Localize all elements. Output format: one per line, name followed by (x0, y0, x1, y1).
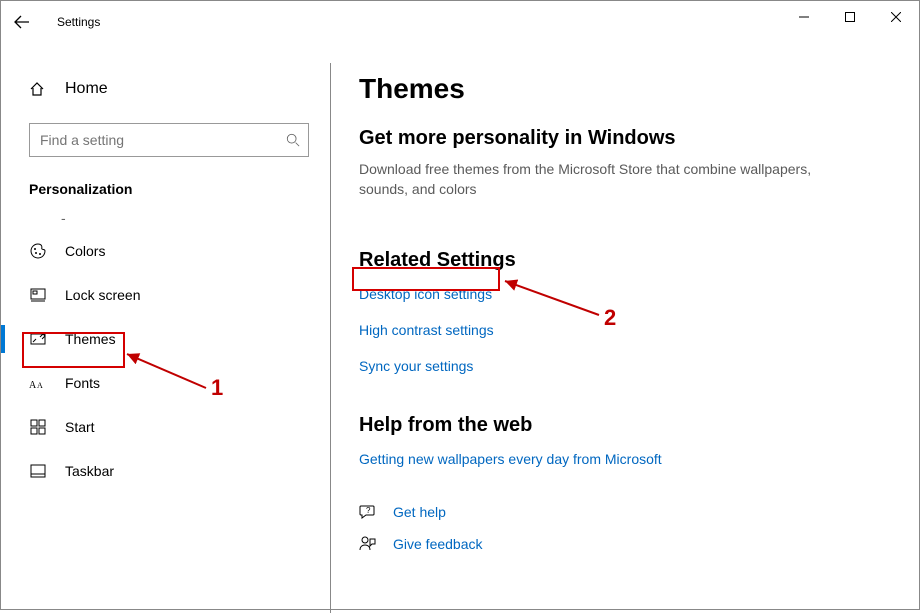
sidebar-item-lockscreen[interactable]: Lock screen (1, 273, 331, 317)
titlebar: Settings (1, 1, 919, 43)
sidebar-item-label: Taskbar (65, 463, 114, 479)
close-button[interactable] (873, 1, 919, 33)
minimize-icon (799, 12, 809, 22)
get-help-link[interactable]: Get help (393, 504, 446, 520)
palette-icon (29, 243, 47, 259)
subheading: Get more personality in Windows (359, 127, 879, 150)
app-title: Settings (57, 15, 100, 29)
link-help-wallpapers[interactable]: Getting new wallpapers every day from Mi… (359, 451, 662, 467)
search-input[interactable] (38, 131, 286, 149)
sidebar-item-label: Start (65, 419, 95, 435)
svg-text:?: ? (366, 506, 371, 515)
give-feedback-link[interactable]: Give feedback (393, 536, 483, 552)
home-icon (29, 81, 47, 97)
feedback-icon (359, 535, 377, 553)
link-sync-your-settings[interactable]: Sync your settings (359, 358, 473, 374)
start-icon (29, 419, 47, 435)
sidebar-item-taskbar[interactable]: Taskbar (1, 449, 331, 493)
page-title: Themes (359, 73, 879, 105)
themes-icon (29, 331, 47, 347)
search-field[interactable] (29, 123, 309, 157)
sidebar-item-start[interactable]: Start (1, 405, 331, 449)
get-help-row[interactable]: ? Get help (359, 503, 879, 521)
search-icon (286, 133, 300, 147)
sidebar-item-label: Colors (65, 243, 105, 259)
subheading-description: Download free themes from the Microsoft … (359, 160, 859, 199)
related-settings-heading: Related Settings (359, 249, 879, 272)
sidebar-item-label: Fonts (65, 375, 100, 391)
sidebar-section-title: Personalization (29, 181, 331, 197)
nav-list: - Colors Lock screen Themes (1, 207, 331, 493)
link-high-contrast-settings[interactable]: High contrast settings (359, 322, 494, 338)
sidebar: Home Personalization - Colors Lock scree… (1, 43, 331, 609)
home-nav[interactable]: Home (29, 71, 331, 107)
maximize-icon (845, 12, 855, 22)
minimize-button[interactable] (781, 1, 827, 33)
svg-text:A: A (37, 381, 43, 390)
give-feedback-row[interactable]: Give feedback (359, 535, 879, 553)
window-controls (781, 1, 919, 33)
back-button[interactable] (1, 1, 43, 43)
help-from-web-heading: Help from the web (359, 414, 879, 437)
link-desktop-icon-settings[interactable]: Desktop icon settings (359, 286, 492, 302)
home-label: Home (65, 80, 108, 98)
arrow-left-icon (14, 14, 30, 30)
sidebar-item-label: Lock screen (65, 287, 140, 303)
main-panel: Themes Get more personality in Windows D… (331, 43, 919, 609)
content: Home Personalization - Colors Lock scree… (1, 43, 919, 609)
sidebar-item-colors[interactable]: Colors (1, 229, 331, 273)
sidebar-item-label: - (61, 210, 66, 226)
maximize-button[interactable] (827, 1, 873, 33)
fonts-icon: AA (29, 375, 47, 391)
divider (330, 63, 331, 613)
sidebar-item-label: Themes (65, 331, 116, 347)
close-icon (891, 12, 901, 22)
lockscreen-icon (29, 287, 47, 303)
chat-icon: ? (359, 503, 377, 521)
sidebar-item-themes[interactable]: Themes (1, 317, 331, 361)
sidebar-item-fonts[interactable]: AA Fonts (1, 361, 331, 405)
sidebar-item-truncated[interactable]: - (1, 207, 331, 229)
taskbar-icon (29, 463, 47, 479)
svg-text:A: A (29, 380, 37, 391)
